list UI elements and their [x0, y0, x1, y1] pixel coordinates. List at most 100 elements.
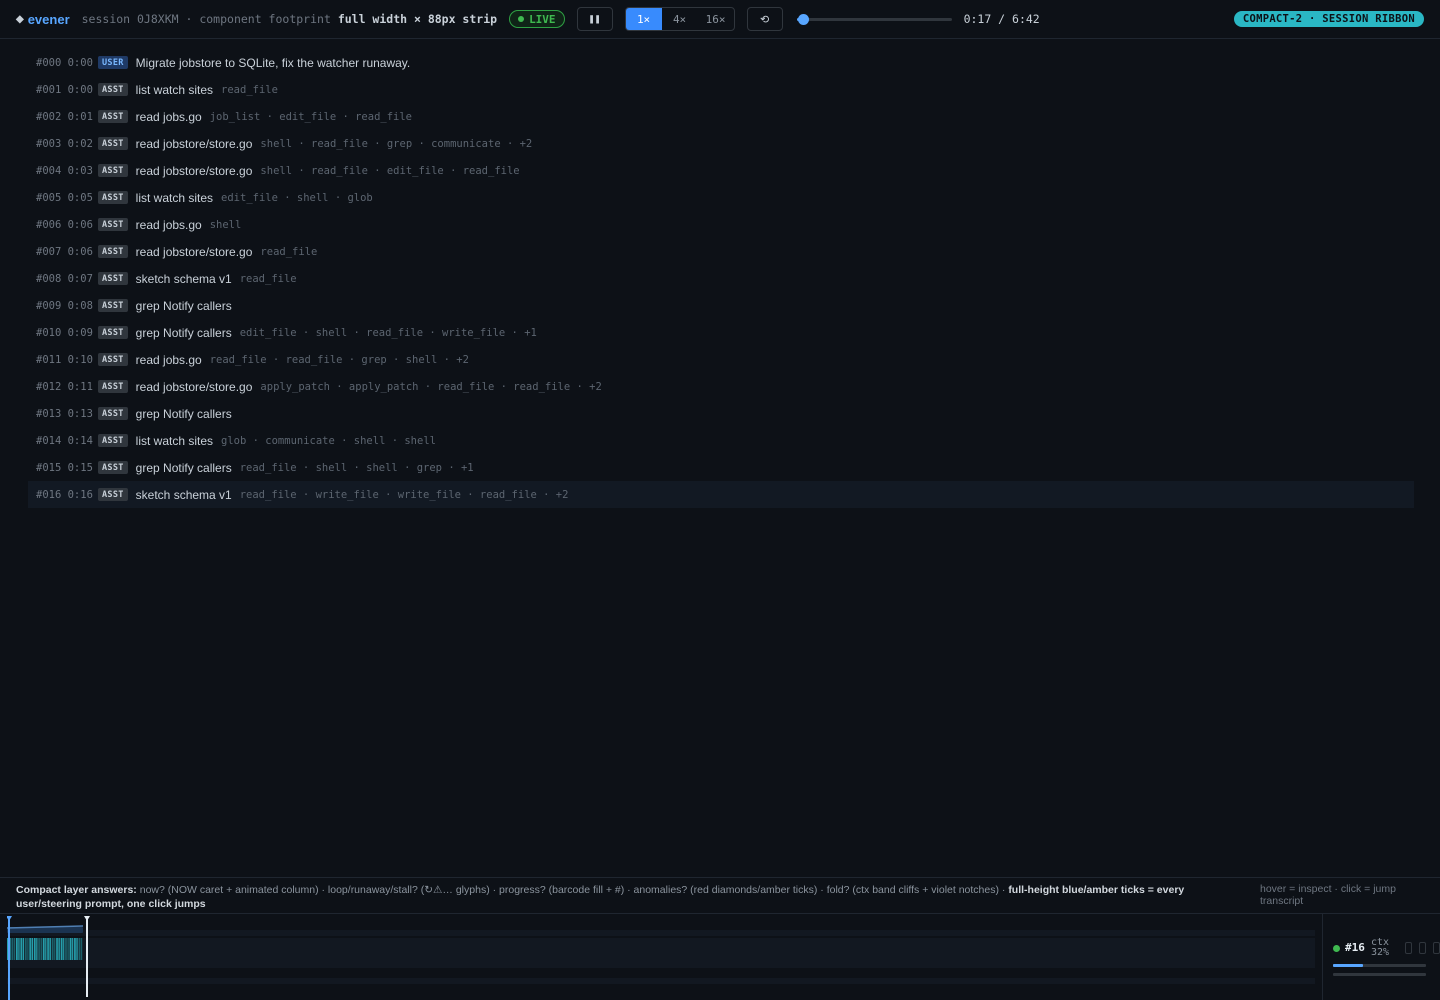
transcript-row[interactable]: #014 0:14 ASST list watch sites glob · comm…: [28, 427, 1414, 454]
role-badge: ASST: [98, 83, 128, 96]
live-status-icon: [1333, 945, 1340, 952]
turn-index: #006 0:06: [36, 218, 93, 231]
role-badge: ASST: [98, 272, 128, 285]
warning-flag-icon[interactable]: [1419, 942, 1426, 954]
turn-summary: Migrate jobstore to SQLite, fix the watc…: [135, 55, 411, 70]
transcript-row[interactable]: #002 0:01 ASST read jobs.go job_list · edit…: [28, 103, 1414, 130]
live-label: LIVE: [529, 12, 556, 26]
barcode-gap: [71, 938, 73, 960]
turn-summary: sketch schema v1: [135, 271, 232, 286]
barcode-gap: [30, 938, 32, 960]
barcode-gap: [35, 938, 37, 960]
barcode-gap: [39, 938, 41, 960]
transcript-row[interactable]: #006 0:06 ASST read jobs.go shell: [28, 211, 1414, 238]
barcode-gap: [17, 938, 19, 960]
tool-calls: read_file: [260, 245, 318, 258]
barcode-gap: [62, 938, 64, 960]
barcode-gap: [13, 938, 15, 960]
timeline-scrubber[interactable]: [796, 7, 952, 31]
tool-calls: shell · read_file · grep · communicate ·…: [260, 137, 533, 150]
transcript-list: #000 0:00 USER Migrate jobstore to SQLite,…: [28, 49, 1414, 508]
transcript-row[interactable]: #010 0:09 ASST grep Notify callers edit_fil…: [28, 319, 1414, 346]
transcript-row[interactable]: #009 0:08 ASST grep Notify callers: [28, 292, 1414, 319]
speed-1x-button[interactable]: 1×: [625, 8, 662, 30]
transcript-row[interactable]: #015 0:15 ASST grep Notify callers read_fil…: [28, 454, 1414, 481]
rewind-icon: ⟲: [759, 12, 770, 26]
role-badge: ASST: [98, 326, 128, 339]
turn-index: #012 0:11: [36, 380, 93, 393]
transcript-row[interactable]: #003 0:02 ASST read jobstore/store.go shell…: [28, 130, 1414, 157]
transcript-row[interactable]: #004 0:03 ASST read jobstore/store.go shell…: [28, 157, 1414, 184]
turn-index: #013 0:13: [36, 407, 93, 420]
speed-16x-button[interactable]: 16×: [698, 8, 734, 30]
ctx-readout: ctx 32%: [1371, 938, 1389, 958]
barcode-gap: [80, 938, 82, 960]
barcode-gap: [44, 938, 46, 960]
transcript-row[interactable]: #005 0:05 ASST list watch sites edit_file ·…: [28, 184, 1414, 211]
session-label: session 0J8XKM · component footprint: [81, 12, 331, 26]
tool-calls: read_file · write_file · write_file · re…: [239, 488, 569, 501]
playback-time: 0:17 / 6:42: [963, 12, 1040, 26]
role-badge: ASST: [98, 218, 128, 231]
barcode-gap: [21, 938, 23, 960]
turn-index: #010 0:09: [36, 326, 93, 339]
turn-summary: read jobs.go: [135, 352, 202, 367]
turn-index: #011 0:10: [36, 353, 93, 366]
legend-title: Compact layer answers:: [16, 884, 137, 896]
turn-index: #016 0:16: [36, 488, 93, 501]
scrubber-track: [796, 18, 952, 21]
brand-name: evener: [27, 11, 70, 27]
ribbon-lanes[interactable]: [6, 914, 1315, 1000]
tool-calls: job_list · edit_file · read_file: [209, 110, 413, 123]
ribbon-lane: [7, 930, 1315, 936]
turn-summary: read jobs.go: [135, 217, 202, 232]
tool-calls: read_file · read_file · grep · shell · +…: [209, 353, 469, 366]
turn-summary: read jobstore/store.go: [135, 136, 253, 151]
turn-index: #004 0:03: [36, 164, 93, 177]
barcode-gap: [26, 938, 28, 960]
role-badge: ASST: [98, 434, 128, 447]
pause-button[interactable]: ❚❚: [576, 7, 613, 31]
speed-4x-button[interactable]: 4×: [662, 8, 698, 30]
ribbon-lane: [7, 938, 1315, 962]
transcript-row[interactable]: #011 0:10 ASST read jobs.go read_file · rea…: [28, 346, 1414, 373]
stall-flag-icon[interactable]: [1433, 942, 1440, 954]
transcript-row[interactable]: #016 0:16 ASST sketch schema v1 read_file ·…: [28, 481, 1414, 508]
interaction-hint: hover = inspect · click = jump transcrip…: [1260, 883, 1396, 907]
loop-flag-icon[interactable]: [1405, 942, 1412, 954]
session-ribbon: #16 ctx 32%: [0, 913, 1440, 1000]
component-badge: COMPACT-2 · SESSION RIBBON: [1233, 11, 1424, 27]
transcript-row[interactable]: #008 0:07 ASST sketch schema v1 read_file: [28, 265, 1414, 292]
ctx-value: 32%: [1371, 947, 1390, 958]
barcode-gap: [75, 938, 77, 960]
role-badge: ASST: [98, 164, 128, 177]
turn-index: #002 0:01: [36, 110, 93, 123]
transcript-row[interactable]: #013 0:13 ASST grep Notify callers: [28, 400, 1414, 427]
turn-index: #000 0:00: [36, 56, 93, 69]
brand[interactable]: ◆ evener: [16, 12, 70, 27]
transcript-row[interactable]: #012 0:11 ASST read jobstore/store.go apply…: [28, 373, 1414, 400]
turn-summary: grep Notify callers: [135, 460, 232, 475]
tool-calls: shell · read_file · edit_file · read_fil…: [260, 164, 520, 177]
transcript-row[interactable]: #001 0:00 ASST list watch sites read_file: [28, 76, 1414, 103]
ctx-meter-fill: [1333, 964, 1363, 967]
session-meta: session 0J8XKM · component footprint ful…: [82, 12, 497, 26]
session-progress-meter: [1333, 973, 1426, 976]
turn-index: #001 0:00: [36, 83, 93, 96]
tool-calls: edit_file · shell · glob: [221, 191, 373, 204]
turn-index: #015 0:15: [36, 461, 93, 474]
ribbon-canvas[interactable]: [6, 914, 1315, 1000]
transcript-row[interactable]: #007 0:06 ASST read jobstore/store.go read_…: [28, 238, 1414, 265]
legend-bar: Compact layer answers: now? (NOW caret +…: [0, 877, 1440, 913]
tool-calls: read_file: [239, 272, 297, 285]
tool-calls: shell: [209, 218, 242, 231]
top-bar: ◆ evener session 0J8XKM · component foot…: [0, 0, 1440, 39]
turn-summary: grep Notify callers: [135, 298, 232, 313]
current-turn: #16: [1345, 941, 1365, 954]
transcript-row[interactable]: #000 0:00 USER Migrate jobstore to SQLite,…: [28, 49, 1414, 76]
turn-index: #007 0:06: [36, 245, 93, 258]
legend-text: Compact layer answers: now? (NOW caret +…: [16, 883, 1196, 911]
barcode-gap: [57, 938, 59, 960]
scrubber-handle[interactable]: [798, 14, 810, 25]
rewind-button[interactable]: ⟲: [746, 7, 783, 31]
